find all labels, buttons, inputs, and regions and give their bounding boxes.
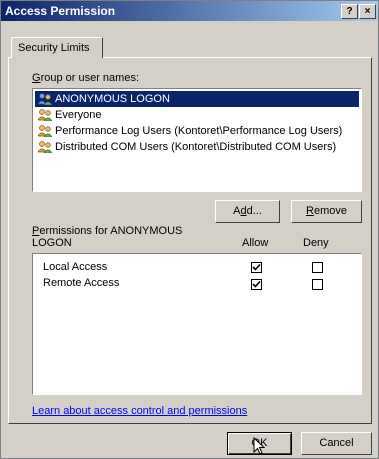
- remove-button[interactable]: Remove: [291, 200, 362, 223]
- list-item-label: Performance Log Users (Kontoret\Performa…: [55, 125, 343, 137]
- remote-access-allow-checkbox[interactable]: [251, 279, 262, 290]
- allow-column-header: Allow: [242, 237, 269, 249]
- cancel-button[interactable]: Cancel: [301, 432, 372, 455]
- permission-name: Remote Access: [43, 277, 120, 289]
- learn-more-link[interactable]: Learn about access control and permissio…: [32, 405, 247, 417]
- access-permission-dialog: Access Permission ? × Security Limits Gr…: [0, 0, 379, 459]
- local-access-deny-checkbox[interactable]: [312, 262, 323, 273]
- permission-name: Local Access: [43, 261, 108, 273]
- checkmark-icon: [252, 263, 261, 271]
- local-access-allow-checkbox[interactable]: [251, 262, 262, 273]
- window-title: Access Permission: [5, 4, 116, 18]
- remote-access-deny-checkbox[interactable]: [312, 279, 323, 290]
- permissions-table: Local Access Remote Access: [32, 253, 362, 395]
- user-group-icon: [38, 93, 52, 105]
- user-group-icon: [38, 125, 52, 137]
- deny-column-header: Deny: [303, 237, 329, 249]
- list-item-label: ANONYMOUS LOGON: [55, 93, 170, 105]
- list-item-label: Distributed COM Users (Kontoret\Distribu…: [55, 141, 337, 153]
- user-group-icon: [38, 109, 52, 121]
- list-item-everyone[interactable]: Everyone: [35, 107, 359, 123]
- mouse-pointer-icon: [253, 437, 265, 455]
- group-or-user-names-label: Group or user names:: [32, 72, 139, 84]
- add-button[interactable]: Add...: [215, 200, 280, 223]
- list-item-performance-log-users[interactable]: Performance Log Users (Kontoret\Performa…: [35, 123, 359, 139]
- list-item-anonymous-logon[interactable]: ANONYMOUS LOGON: [35, 91, 359, 107]
- tab-security-limits[interactable]: Security Limits: [11, 37, 103, 58]
- permission-row-remote-access: Remote Access: [43, 275, 119, 291]
- permissions-label: Permissions for ANONYMOUS LOGON: [32, 225, 183, 249]
- checkmark-icon: [252, 280, 261, 288]
- tab-label: Security Limits: [18, 42, 90, 54]
- help-button[interactable]: ?: [341, 4, 358, 19]
- title-bar[interactable]: Access Permission ? ×: [1, 1, 378, 21]
- list-item-label: Everyone: [55, 109, 102, 121]
- user-list[interactable]: ANONYMOUS LOGON Everyone Performance Log…: [32, 88, 362, 192]
- user-group-icon: [38, 141, 52, 153]
- close-button[interactable]: ×: [359, 4, 376, 19]
- permission-row-local-access: Local Access: [43, 259, 107, 275]
- list-item-distributed-com-users[interactable]: Distributed COM Users (Kontoret\Distribu…: [35, 139, 359, 155]
